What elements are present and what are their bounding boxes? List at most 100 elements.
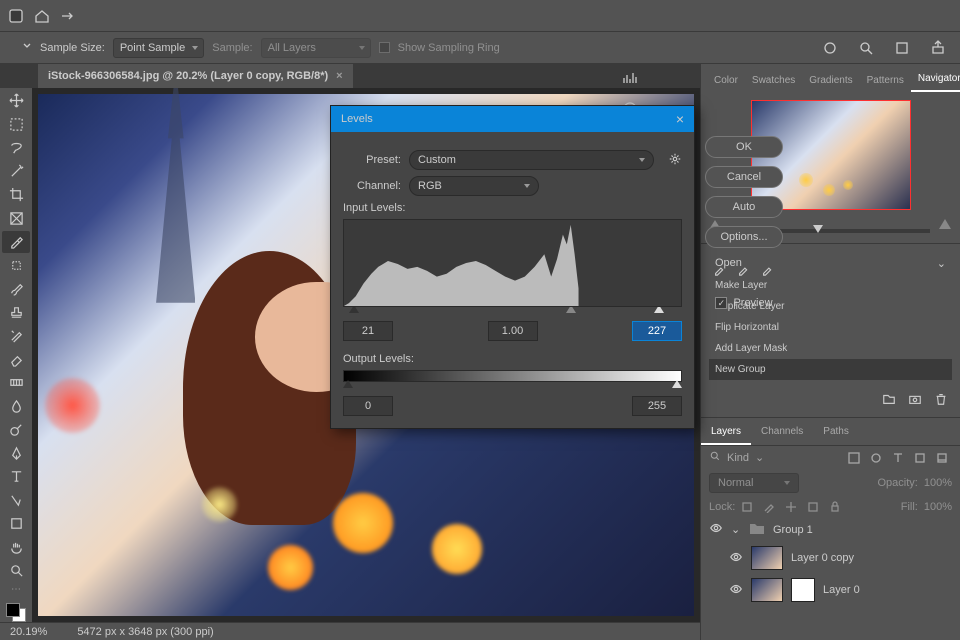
gray-point-eyedropper-icon[interactable] bbox=[737, 262, 751, 279]
tab-gradients[interactable]: Gradients bbox=[802, 69, 859, 92]
output-black-field[interactable]: 0 bbox=[343, 396, 393, 416]
shape-tool[interactable] bbox=[2, 513, 30, 535]
type-tool[interactable] bbox=[2, 466, 30, 488]
lock-position-icon[interactable] bbox=[785, 501, 797, 513]
new-folder-icon[interactable] bbox=[882, 392, 896, 409]
home-icon[interactable] bbox=[34, 8, 50, 24]
layer-thumbnail bbox=[751, 546, 783, 570]
lock-artboard-icon[interactable] bbox=[807, 501, 819, 513]
filter-adjust-icon[interactable] bbox=[870, 452, 882, 464]
lock-all-icon[interactable] bbox=[829, 501, 841, 513]
tab-navigator[interactable]: Navigator bbox=[911, 67, 960, 92]
channel-dropdown[interactable]: RGB bbox=[409, 176, 539, 196]
close-icon[interactable]: × bbox=[676, 111, 684, 127]
trash-icon[interactable] bbox=[934, 392, 948, 409]
zoom-in-icon[interactable] bbox=[938, 218, 952, 233]
gradient-tool[interactable] bbox=[2, 372, 30, 394]
input-white-field[interactable]: 227 bbox=[632, 321, 682, 341]
brush-tool[interactable] bbox=[2, 278, 30, 300]
histogram-icon[interactable] bbox=[622, 70, 638, 89]
input-mid-field[interactable]: 1.00 bbox=[488, 321, 538, 341]
gear-icon[interactable] bbox=[668, 152, 682, 169]
output-sliders[interactable] bbox=[343, 380, 682, 388]
dodge-tool[interactable] bbox=[2, 419, 30, 441]
black-point-eyedropper-icon[interactable] bbox=[713, 262, 727, 279]
filter-smart-icon[interactable] bbox=[936, 452, 948, 464]
frame-tool[interactable] bbox=[2, 208, 30, 230]
stamp-tool[interactable] bbox=[2, 302, 30, 324]
frame-icon[interactable] bbox=[894, 40, 910, 56]
close-icon[interactable]: × bbox=[336, 70, 342, 82]
lock-brush-icon[interactable] bbox=[763, 501, 775, 513]
layer-row[interactable]: Layer 0 bbox=[701, 574, 960, 606]
lock-pixels-icon[interactable] bbox=[741, 501, 753, 513]
tab-layers[interactable]: Layers bbox=[701, 420, 751, 445]
share-icon[interactable] bbox=[930, 40, 946, 56]
dialog-titlebar[interactable]: Levels × bbox=[331, 106, 694, 132]
eyedropper-tool[interactable] bbox=[2, 231, 30, 253]
tool-more[interactable]: ⋯ bbox=[11, 584, 21, 595]
zoom-value[interactable]: 20.19% bbox=[10, 626, 47, 638]
output-white-field[interactable]: 255 bbox=[632, 396, 682, 416]
search-icon[interactable] bbox=[858, 40, 874, 56]
tab-color[interactable]: Color bbox=[707, 69, 745, 92]
sample-size-dropdown[interactable]: Point Sample bbox=[113, 38, 204, 58]
ps-logo-icon bbox=[8, 8, 24, 24]
move-tool[interactable] bbox=[2, 90, 30, 112]
wand-tool[interactable] bbox=[2, 161, 30, 183]
tab-swatches[interactable]: Swatches bbox=[745, 69, 802, 92]
hand-tool[interactable] bbox=[2, 537, 30, 559]
opacity-value[interactable]: 100% bbox=[924, 477, 952, 489]
color-swatches[interactable] bbox=[6, 603, 26, 623]
expand-icon[interactable]: ⌄ bbox=[731, 523, 741, 536]
auto-button[interactable]: Auto bbox=[705, 196, 783, 218]
filter-icon[interactable] bbox=[709, 450, 721, 465]
lock-label: Lock: bbox=[709, 501, 735, 513]
heal-tool[interactable] bbox=[2, 255, 30, 277]
marquee-tool[interactable] bbox=[2, 114, 30, 136]
action-item[interactable]: Flip Horizontal bbox=[709, 317, 952, 338]
visibility-icon[interactable] bbox=[729, 582, 743, 599]
sample-size-label: Sample Size: bbox=[40, 42, 105, 54]
camera-icon[interactable] bbox=[908, 392, 922, 409]
layer-row[interactable]: Layer 0 copy bbox=[701, 542, 960, 574]
chevron-down-icon[interactable] bbox=[22, 41, 32, 54]
tab-channels[interactable]: Channels bbox=[751, 420, 813, 445]
preset-dropdown[interactable]: Custom bbox=[409, 150, 654, 170]
tab-patterns[interactable]: Patterns bbox=[860, 69, 911, 92]
history-brush-tool[interactable] bbox=[2, 325, 30, 347]
eraser-tool[interactable] bbox=[2, 349, 30, 371]
white-point-eyedropper-icon[interactable] bbox=[761, 262, 775, 279]
visibility-icon[interactable] bbox=[729, 550, 743, 567]
options-button[interactable]: Options... bbox=[705, 226, 783, 248]
chevron-down-icon[interactable]: ⌄ bbox=[755, 451, 764, 464]
tab-paths[interactable]: Paths bbox=[813, 420, 859, 445]
document-title: iStock-966306584.jpg @ 20.2% (Layer 0 co… bbox=[48, 70, 328, 82]
cloud-icon[interactable] bbox=[822, 40, 838, 56]
pen-tool[interactable] bbox=[2, 443, 30, 465]
channel-label: Channel: bbox=[343, 180, 401, 192]
actions-footer bbox=[701, 386, 960, 415]
action-item[interactable]: Add Layer Mask bbox=[709, 338, 952, 359]
fill-value[interactable]: 100% bbox=[924, 501, 952, 513]
dialog-title: Levels bbox=[341, 113, 373, 125]
visibility-icon[interactable] bbox=[709, 521, 723, 538]
filter-pixel-icon[interactable] bbox=[848, 452, 860, 464]
blur-tool[interactable] bbox=[2, 396, 30, 418]
zoom-tool[interactable] bbox=[2, 560, 30, 582]
crop-tool[interactable] bbox=[2, 184, 30, 206]
path-tool[interactable] bbox=[2, 490, 30, 512]
preview-checkbox[interactable]: ✓ Preview bbox=[715, 297, 772, 309]
kind-label: Kind bbox=[727, 452, 749, 464]
filter-type-icon[interactable] bbox=[892, 452, 904, 464]
layer-row[interactable]: ⌄ Group 1 bbox=[701, 517, 960, 542]
panel-tabs-layers: Layers Channels Paths bbox=[701, 420, 960, 446]
document-tab[interactable]: iStock-966306584.jpg @ 20.2% (Layer 0 co… bbox=[38, 64, 353, 88]
input-black-field[interactable]: 21 bbox=[343, 321, 393, 341]
filter-shape-icon[interactable] bbox=[914, 452, 926, 464]
blend-mode-dropdown[interactable]: Normal bbox=[709, 473, 799, 493]
action-item-selected[interactable]: New Group bbox=[709, 359, 952, 380]
cancel-button[interactable]: Cancel bbox=[705, 166, 783, 188]
ok-button[interactable]: OK bbox=[705, 136, 783, 158]
lasso-tool[interactable] bbox=[2, 137, 30, 159]
